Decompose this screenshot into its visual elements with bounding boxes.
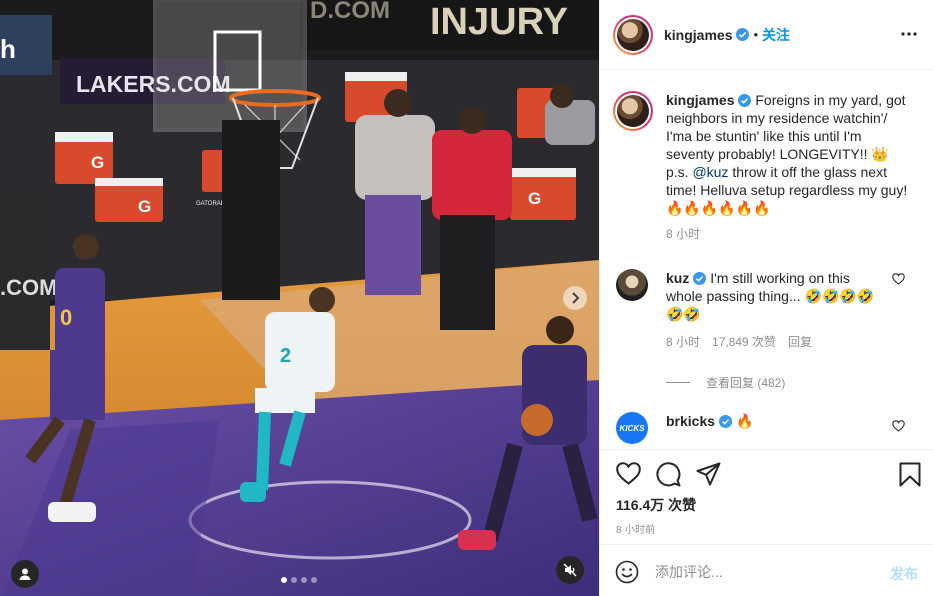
post-actions: 116.4万 次赞 8 小时前 xyxy=(600,449,933,544)
comment-input[interactable] xyxy=(655,559,875,585)
carousel-dot xyxy=(301,577,307,583)
post-caption: kingjames Foreigns in my yard, got neigh… xyxy=(613,91,923,242)
emoji-icon xyxy=(615,560,639,584)
next-slide-button[interactable] xyxy=(563,286,587,310)
reply-button[interactable]: 回复 xyxy=(788,333,812,350)
verified-icon xyxy=(693,272,707,285)
post-comment-button[interactable]: 发布 xyxy=(890,564,918,584)
post-image: INJURY D.COM h LAKERS.COM .COM G G G GAT… xyxy=(0,0,599,596)
svg-text:G: G xyxy=(138,197,151,216)
verified-icon xyxy=(738,94,752,107)
comment-time: 8 小时 xyxy=(666,335,701,349)
like-count[interactable]: 116.4万 次赞 xyxy=(616,495,696,515)
svg-text:2: 2 xyxy=(280,345,291,367)
author-avatar[interactable] xyxy=(613,14,653,55)
heart-icon xyxy=(616,462,641,485)
view-replies-button[interactable]: 查看回复 (482) xyxy=(666,374,785,391)
commenter-avatar[interactable] xyxy=(616,269,648,301)
carousel-dot xyxy=(281,577,287,583)
svg-text:INJURY: INJURY xyxy=(430,1,568,43)
mute-button[interactable] xyxy=(556,556,584,584)
add-comment-bar: 发布 xyxy=(600,544,933,596)
author-username[interactable]: kingjames xyxy=(664,27,732,43)
commenter-avatar[interactable]: KICKS xyxy=(616,412,648,444)
chevron-right-icon xyxy=(572,292,580,304)
svg-text:h: h xyxy=(0,34,16,64)
user-tag-button[interactable] xyxy=(11,560,39,588)
carousel-dot xyxy=(311,577,317,583)
separator-dot: • xyxy=(753,27,759,42)
heart-icon[interactable] xyxy=(892,273,905,285)
share-button[interactable] xyxy=(696,462,721,490)
post-timestamp[interactable]: 8 小时前 xyxy=(616,521,655,536)
svg-text:D.COM: D.COM xyxy=(310,0,390,24)
comment-item: kuz I'm still working on this whole pass… xyxy=(616,269,921,350)
caption-text: kingjames Foreigns in my yard, got neigh… xyxy=(666,91,911,217)
post-header: kingjames • 关注 xyxy=(600,0,933,70)
view-replies-label: 查看回复 (482) xyxy=(706,376,786,390)
caption-mention[interactable]: @kuz xyxy=(692,164,728,180)
comment-username[interactable]: kuz xyxy=(666,270,689,286)
emoji-button[interactable] xyxy=(615,560,639,587)
comment-item: KICKS brkicks 🔥 xyxy=(616,412,921,444)
svg-text:.COM: .COM xyxy=(0,275,57,300)
verified-icon xyxy=(719,415,733,428)
svg-text:0: 0 xyxy=(60,305,72,330)
bookmark-icon xyxy=(899,462,921,487)
comment-icon xyxy=(656,462,681,487)
share-icon xyxy=(696,462,721,486)
more-icon[interactable] xyxy=(901,26,917,42)
like-button[interactable] xyxy=(616,462,641,490)
heart-icon[interactable] xyxy=(892,420,905,432)
svg-text:G: G xyxy=(91,153,104,172)
comments-list[interactable]: kingjames Foreigns in my yard, got neigh… xyxy=(600,71,933,449)
post-sidebar: kingjames • 关注 kingjames Foreigns in my … xyxy=(599,0,933,596)
verified-icon xyxy=(736,28,750,41)
caption-username[interactable]: kingjames xyxy=(666,92,734,108)
comment-text: kuz I'm still working on this whole pass… xyxy=(666,269,876,323)
comment-username[interactable]: brkicks xyxy=(666,413,715,429)
post-dialog: INJURY D.COM h LAKERS.COM .COM G G G GAT… xyxy=(0,0,933,596)
comment-meta: 8 小时 17,849 次赞 回复 xyxy=(666,333,921,350)
carousel-dot xyxy=(291,577,297,583)
carousel-indicator xyxy=(281,577,317,583)
post-media[interactable]: INJURY D.COM h LAKERS.COM .COM G G G GAT… xyxy=(0,0,599,596)
user-tag-icon xyxy=(19,568,31,580)
follow-button[interactable]: 关注 xyxy=(762,25,790,45)
comment-button[interactable] xyxy=(656,462,681,490)
comment-body: 🔥 xyxy=(735,413,754,429)
mute-icon xyxy=(563,563,577,577)
save-button[interactable] xyxy=(899,462,921,490)
caption-time: 8 小时 xyxy=(666,227,701,241)
svg-text:G: G xyxy=(528,189,541,208)
comment-text: brkicks 🔥 xyxy=(666,412,876,430)
comment-likes[interactable]: 17,849 次赞 xyxy=(712,333,776,350)
kicks-logo-text: KICKS xyxy=(619,423,645,433)
caption-avatar[interactable] xyxy=(613,91,653,131)
